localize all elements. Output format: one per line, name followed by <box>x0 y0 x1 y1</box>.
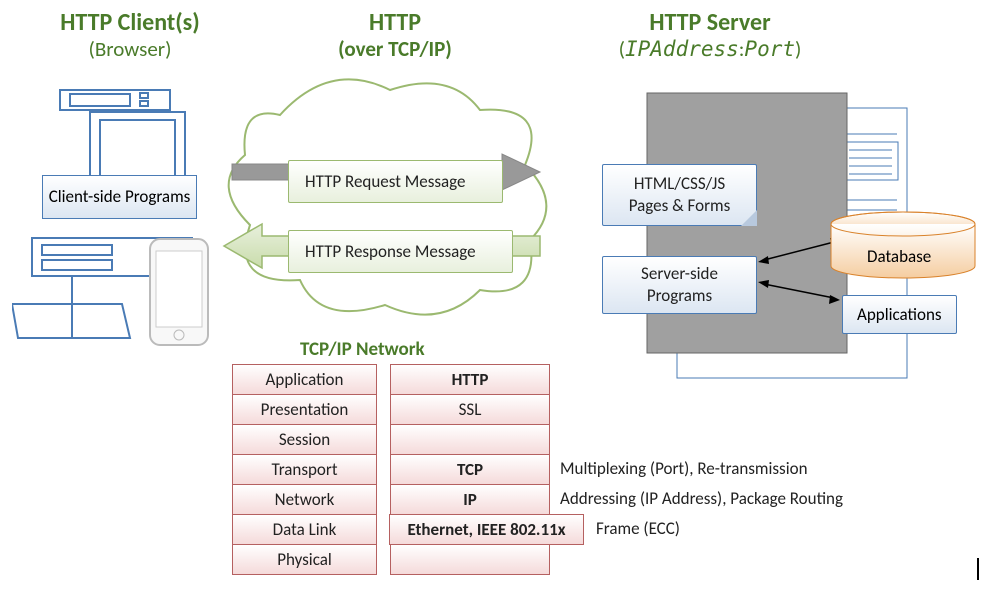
html-css-js-pages-box: HTML/CSS/JS Pages & Forms <box>602 164 757 226</box>
layer-datalink: Data Link <box>232 514 377 545</box>
client-subtitle: (Browser) <box>40 36 220 62</box>
tcpip-title: TCP/IP Network <box>300 338 425 361</box>
proto-ssl: SSL <box>390 394 550 425</box>
client-title: HTTP Client(s) <box>40 8 220 37</box>
proto-empty-session <box>390 424 550 455</box>
osi-layers-table: Application Presentation Session Transpo… <box>232 365 377 575</box>
http-title: HTTP <box>345 8 445 37</box>
protocols-table: HTTP SSL TCP IP Ethernet, IEEE 802.11x <box>390 365 550 575</box>
proto-tcp: TCP <box>390 454 550 485</box>
server-title: HTTP Server <box>620 8 800 37</box>
layer-network: Network <box>232 484 377 515</box>
layer-physical: Physical <box>232 544 377 575</box>
proto-ethernet: Ethernet, IEEE 802.11x <box>389 514 584 545</box>
http-subtitle: (over TCP/IP) <box>310 36 480 62</box>
http-request-message-box: HTTP Request Message <box>288 160 503 203</box>
annotation-transport: Multiplexing (Port), Re-transmission <box>560 458 808 479</box>
layer-presentation: Presentation <box>232 394 377 425</box>
phone-icon <box>148 237 210 347</box>
annotation-network: Addressing (IP Address), Package Routing <box>560 488 843 509</box>
layer-transport: Transport <box>232 454 377 485</box>
server-side-programs-box: Server-side Programs <box>602 256 757 314</box>
annotation-datalink: Frame (ECC) <box>596 518 680 539</box>
client-side-programs-box: Client-side Programs <box>42 175 197 219</box>
applications-box: Applications <box>842 295 957 334</box>
proto-empty-physical <box>390 544 550 575</box>
layer-application: Application <box>232 364 377 395</box>
layer-session: Session <box>232 424 377 455</box>
database-label: Database <box>867 246 931 267</box>
proto-ip: IP <box>390 484 550 515</box>
proto-http: HTTP <box>390 364 550 395</box>
http-response-message-box: HTTP Response Message <box>288 230 513 273</box>
page-fold-icon <box>741 210 757 226</box>
server-subtitle: (IPAddress:Port) <box>600 36 820 62</box>
text-cursor-icon <box>977 558 979 580</box>
